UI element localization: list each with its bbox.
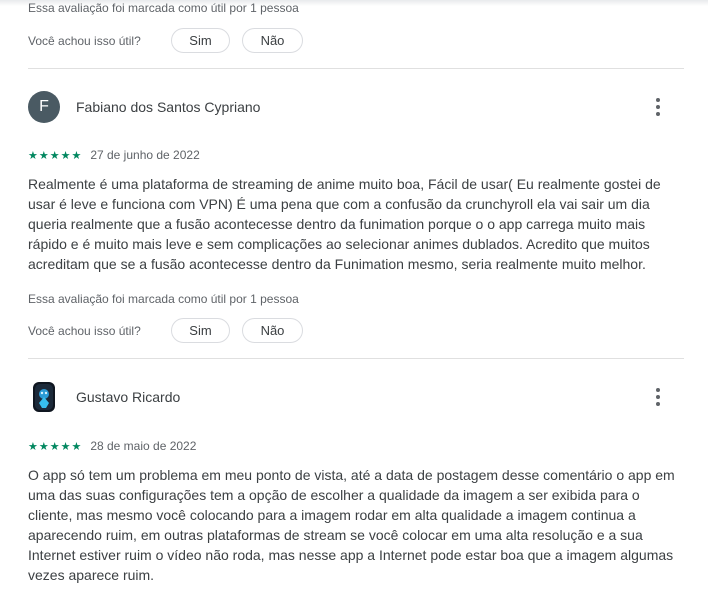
helpful-yes-button[interactable]: Sim	[171, 28, 230, 53]
helpful-question-label: Você achou isso útil?	[28, 33, 141, 48]
star-rating: ★★★★★	[28, 149, 83, 162]
review-meta: ★★★★★ 27 de junho de 2022	[28, 148, 200, 162]
helpful-no-button[interactable]: Não	[242, 318, 303, 343]
helpful-no-button[interactable]: Não	[242, 28, 303, 53]
helpful-question-row: Você achou isso útil? Sim Não	[28, 28, 303, 53]
author-name: Fabiano dos Santos Cypriano	[76, 99, 261, 115]
avatar: F	[28, 91, 60, 123]
review-date: 27 de junho de 2022	[90, 148, 200, 162]
helpful-count-text: Essa avaliação foi marcada como útil por…	[28, 1, 299, 15]
helpful-question-row: Você achou isso útil? Sim Não	[28, 318, 303, 343]
review-text: O app só tem um problema em meu ponto de…	[28, 467, 675, 583]
author-name: Gustavo Ricardo	[76, 389, 181, 405]
avatar-image-icon	[33, 382, 55, 412]
more-options-icon[interactable]	[646, 95, 670, 119]
review-divider	[28, 68, 684, 69]
helpful-count-text: Essa avaliação foi marcada como útil por…	[28, 292, 299, 306]
avatar	[28, 381, 60, 413]
review-divider	[28, 358, 684, 359]
review-header: F Fabiano dos Santos Cypriano	[28, 91, 684, 123]
helpful-yes-button[interactable]: Sim	[171, 318, 230, 343]
helpful-question-label: Você achou isso útil?	[28, 323, 141, 338]
review-date: 28 de maio de 2022	[90, 439, 197, 453]
review-header: Gustavo Ricardo	[28, 381, 684, 413]
more-options-icon[interactable]	[646, 385, 670, 409]
review-meta: ★★★★★ 28 de maio de 2022	[28, 439, 196, 453]
review-text: Realmente é uma plataforma de streaming …	[28, 176, 661, 272]
star-rating: ★★★★★	[28, 440, 83, 453]
